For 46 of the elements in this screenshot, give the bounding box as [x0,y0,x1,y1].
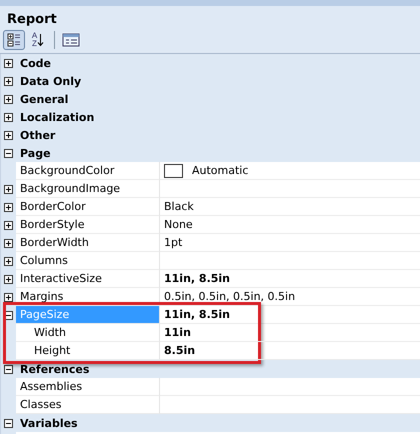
collapse-icon[interactable] [4,364,13,374]
alphabetical-view-button[interactable]: A Z [27,30,49,50]
expand-icon[interactable] [4,274,13,284]
expand-icon[interactable] [4,184,13,194]
category-label[interactable]: Code [16,56,51,70]
property-value[interactable]: 11in [164,326,191,339]
expand-icon[interactable] [4,94,13,104]
category-label[interactable]: Localization [16,110,94,124]
property-name[interactable]: BorderStyle [16,216,160,234]
property-value[interactable]: Black [164,200,194,213]
down-arrow-icon [37,33,44,47]
collapse-icon[interactable] [4,148,13,158]
property-name[interactable]: BackgroundColor [16,162,160,180]
panel-title: Report [7,12,58,27]
expand-icon[interactable] [4,112,13,122]
property-name[interactable]: Width [16,324,160,342]
property-name[interactable]: Assemblies [16,378,160,396]
property-value[interactable]: 11in, 8.5in [164,308,230,321]
property-value[interactable]: None [164,218,193,231]
property-value[interactable]: 1pt [164,236,182,249]
expand-icon[interactable] [4,292,13,302]
category-label[interactable]: Variables [16,416,78,430]
property-value[interactable]: 8.5in [164,344,196,357]
category-label[interactable]: Data Only [16,74,82,88]
expand-icon[interactable] [4,76,13,86]
expand-icon[interactable] [4,238,13,248]
property-value[interactable]: Automatic [192,164,248,177]
expand-icon[interactable] [4,256,13,266]
category-label[interactable]: Other [16,128,56,142]
property-name[interactable]: InteractiveSize [16,270,160,288]
category-label[interactable]: References [16,362,90,376]
property-value[interactable]: 0.5in, 0.5in, 0.5in, 0.5in [164,290,296,303]
category-label[interactable]: Page [16,146,51,160]
expand-icon[interactable] [4,202,13,212]
category-label[interactable]: General [16,92,68,106]
expand-icon[interactable] [4,220,13,230]
color-swatch [164,164,183,178]
property-value[interactable]: 11in, 8.5in [164,272,230,285]
property-name[interactable]: BorderWidth [16,234,160,252]
property-name[interactable]: BorderColor [16,198,160,216]
collapse-icon[interactable] [4,418,13,428]
categorized-view-button[interactable] [3,30,25,50]
property-name[interactable]: BackgroundImage [16,180,160,198]
expand-icon[interactable] [4,130,13,140]
expand-icon[interactable] [4,58,13,68]
property-name[interactable]: Columns [16,252,160,270]
